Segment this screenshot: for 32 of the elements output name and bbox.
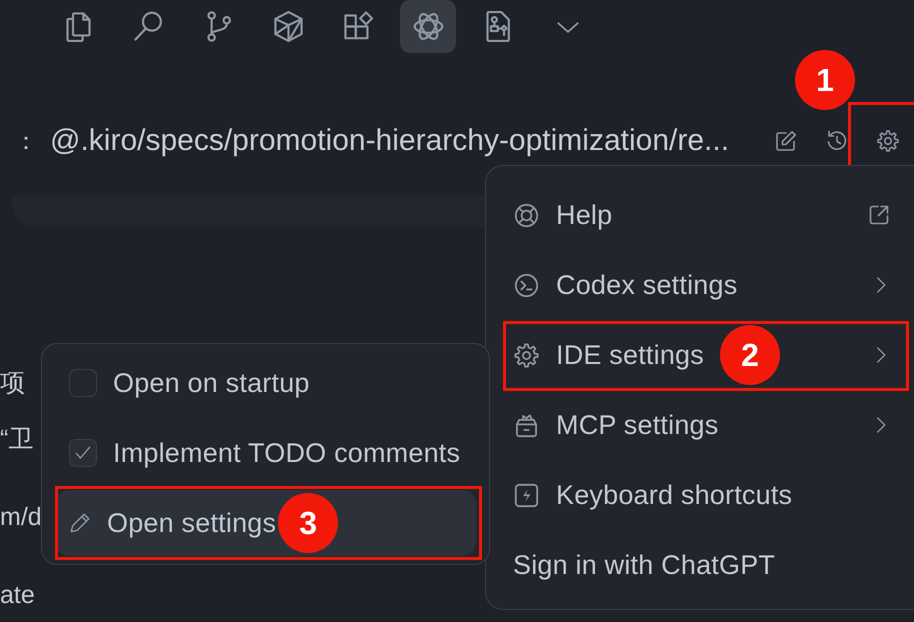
text-line: 项 bbox=[0, 368, 25, 399]
menu-item[interactable]: Codex settings bbox=[486, 250, 914, 320]
text-line: “卫 bbox=[0, 424, 34, 455]
box-icon bbox=[513, 412, 540, 438]
bolt-icon bbox=[513, 482, 540, 508]
menu-item[interactable]: Open on startup bbox=[55, 350, 476, 416]
menu-item[interactable]: Sign in with ChatGPT bbox=[486, 530, 914, 600]
menu-item[interactable]: Keyboard shortcuts bbox=[486, 460, 914, 530]
text-line: ate bbox=[0, 580, 35, 611]
history-icon bbox=[825, 129, 849, 153]
menu-item[interactable]: IDE settings 2 bbox=[486, 320, 914, 390]
menu-item[interactable]: MCP settings bbox=[486, 390, 914, 460]
menu-item[interactable]: Help bbox=[486, 180, 914, 250]
text-line: m/d bbox=[0, 502, 42, 533]
lifebuoy-icon bbox=[513, 202, 540, 228]
menu-item[interactable]: Implement TODO comments bbox=[55, 420, 476, 486]
search-icon bbox=[132, 10, 164, 43]
settings-icon bbox=[513, 342, 540, 368]
checkbox[interactable] bbox=[69, 439, 97, 467]
cube-icon bbox=[272, 10, 304, 43]
path-label: ： bbox=[14, 127, 39, 157]
edit-icon bbox=[774, 129, 798, 153]
callout-badge: 1 bbox=[795, 50, 855, 110]
callout-badge: 2 bbox=[720, 325, 780, 385]
atom-icon bbox=[412, 10, 444, 43]
settings-icon bbox=[876, 129, 900, 153]
atom-button[interactable] bbox=[400, 0, 456, 53]
terminal-icon bbox=[513, 272, 540, 298]
checkbox[interactable] bbox=[69, 369, 97, 397]
callout-badge: 3 bbox=[278, 493, 338, 553]
pencil-icon bbox=[69, 512, 91, 534]
file-path-text: @.kiro/specs/promotion-hierarchy-optimization/re... bbox=[50, 124, 730, 158]
